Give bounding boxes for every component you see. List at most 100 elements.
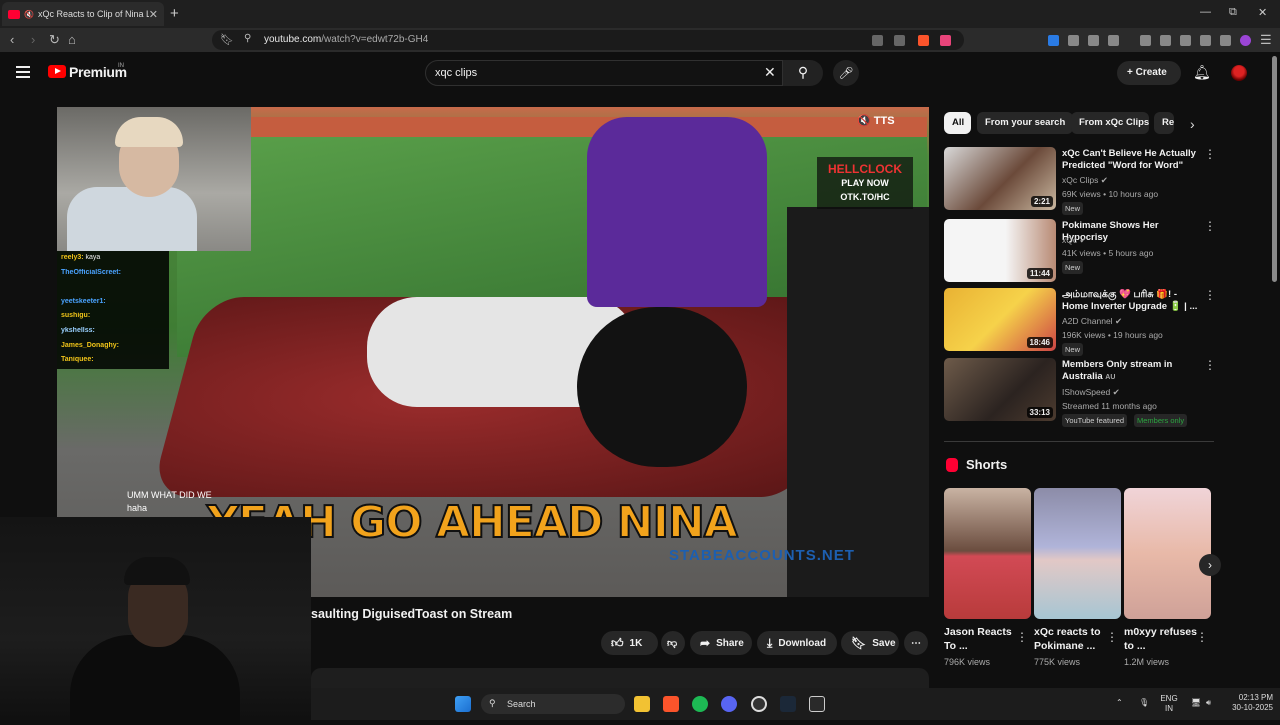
- more-vert-icon[interactable]: ⋮: [1204, 219, 1216, 233]
- save-button[interactable]: 🔖︎ Save: [841, 631, 899, 655]
- channel-name[interactable]: IShowSpeed ✔: [1062, 387, 1120, 398]
- stream-chat-overlay: reely3: kaya TheOfficialScreet: yeetskeet…: [57, 251, 169, 369]
- discord-icon[interactable]: [721, 696, 737, 712]
- file-explorer-icon[interactable]: [634, 696, 650, 712]
- forward-icon[interactable]: ›: [31, 32, 35, 47]
- minimize-window-button[interactable]: —: [1200, 6, 1211, 18]
- description-box[interactable]: [311, 668, 929, 690]
- epic-games-icon[interactable]: [809, 696, 825, 712]
- chips-next-icon[interactable]: ›: [1190, 116, 1195, 132]
- short-views: 796K views: [944, 657, 991, 667]
- search-button[interactable]: ⚲: [783, 60, 823, 86]
- media-control-icon[interactable]: [1140, 35, 1151, 46]
- video-thumbnail[interactable]: 2:21: [944, 147, 1056, 210]
- taskbar-search[interactable]: ⚲ Search: [481, 694, 625, 714]
- search-input[interactable]: xqc clips: [425, 60, 783, 86]
- extension-audio-icon[interactable]: [1048, 35, 1059, 46]
- shorts-next-icon[interactable]: ›: [1199, 554, 1221, 576]
- home-icon[interactable]: ⌂: [68, 32, 76, 47]
- short-thumbnail[interactable]: [1124, 488, 1211, 619]
- bookmark-icon[interactable]: 🔖︎: [220, 33, 234, 46]
- more-vert-icon[interactable]: ⋮: [1204, 147, 1216, 161]
- extensions-puzzle-icon[interactable]: [1088, 35, 1099, 46]
- create-button[interactable]: + Create: [1117, 61, 1181, 85]
- brave-rewards-icon[interactable]: [940, 35, 951, 46]
- short-thumbnail[interactable]: [1034, 488, 1121, 619]
- channel-name[interactable]: A2D Channel ✔: [1062, 316, 1122, 327]
- reload-icon[interactable]: ↻: [49, 32, 60, 48]
- chip-from-xqc-clips[interactable]: From xQc Clips: [1071, 112, 1149, 134]
- wallet-icon[interactable]: [1180, 35, 1191, 46]
- chip-all[interactable]: All: [944, 112, 971, 134]
- recommendation-title[interactable]: Members Only stream in Australia AU: [1062, 359, 1202, 383]
- obs-icon[interactable]: [751, 696, 767, 712]
- more-vert-icon[interactable]: ⋮: [1204, 358, 1216, 372]
- language-indicator[interactable]: ENG IN: [1154, 694, 1184, 714]
- duration-badge: 11:44: [1026, 268, 1053, 279]
- browser-menu-icon[interactable]: ☰: [1260, 32, 1272, 48]
- recommendation-item[interactable]: 18:46 அம்மாவுக்கு 💖 பரிசு 🎁! - Home Inve…: [944, 288, 1216, 356]
- recommendation-title[interactable]: xQc Can't Believe He Actually Predicted …: [1062, 148, 1202, 172]
- page-scrollbar[interactable]: [1272, 56, 1277, 282]
- network-icon[interactable]: 🖥︎: [1191, 698, 1201, 708]
- channel-name[interactable]: xQc ✔: [1062, 235, 1087, 246]
- voice-search-button[interactable]: 🎤︎: [833, 60, 859, 86]
- tray-mic-icon[interactable]: 🎙︎: [1139, 698, 1149, 708]
- recommendation-item[interactable]: 11:44 Pokimane Shows Her Hypocrisy xQc ✔…: [944, 219, 1216, 283]
- short-title[interactable]: Jason Reacts To ...: [944, 625, 1020, 653]
- chip-from-your-search[interactable]: From your search: [977, 112, 1073, 134]
- recommendation-title[interactable]: அம்மாவுக்கு 💖 பரிசு 🎁! - Home Inverter U…: [1062, 289, 1202, 313]
- profile-icon[interactable]: [1240, 35, 1251, 46]
- dislike-button[interactable]: 👎︎: [661, 631, 685, 655]
- short-title[interactable]: m0xyy refuses to ...: [1124, 625, 1200, 653]
- vpn-shield-icon[interactable]: [1220, 35, 1231, 46]
- chat-message: James_Donaghy:: [61, 341, 119, 349]
- recommendation-item[interactable]: 33:13 Members Only stream in Australia A…: [944, 358, 1216, 427]
- video-thumbnail[interactable]: 11:44: [944, 219, 1056, 282]
- guide-menu-icon[interactable]: [16, 66, 30, 81]
- browser-tab[interactable]: 🔇 xQc Reacts to Clip of Nina Li... ✕: [2, 2, 164, 26]
- url-bar[interactable]: 🔖︎ ⚲ youtube.com/watch?v=edwt72b-GH4: [212, 30, 964, 50]
- new-tab-button[interactable]: +: [170, 5, 179, 22]
- chip-related[interactable]: Re: [1154, 112, 1174, 134]
- clear-search-icon[interactable]: ✕: [764, 64, 776, 81]
- share-button[interactable]: ➦ Share: [690, 631, 752, 655]
- close-window-button[interactable]: ✕: [1258, 6, 1267, 19]
- extension-icon[interactable]: [1068, 35, 1079, 46]
- more-vert-icon[interactable]: ⋮: [1196, 630, 1208, 644]
- clock[interactable]: 02:13 PM 30-10-2025: [1217, 693, 1273, 713]
- brave-shields-icon[interactable]: [918, 35, 929, 46]
- video-thumbnail[interactable]: 18:46: [944, 288, 1056, 351]
- recommendation-item[interactable]: 2:21 xQc Can't Believe He Actually Predi…: [944, 147, 1216, 215]
- person-purple-shirt: [587, 117, 767, 307]
- account-avatar[interactable]: [1231, 65, 1247, 81]
- share-page-icon[interactable]: [894, 35, 905, 46]
- spotify-icon[interactable]: [692, 696, 708, 712]
- brave-browser-icon[interactable]: [663, 696, 679, 712]
- more-vert-icon[interactable]: ⋮: [1016, 630, 1028, 644]
- more-actions-button[interactable]: ⋯: [904, 631, 928, 655]
- channel-name[interactable]: xQc Clips ✔: [1062, 175, 1108, 186]
- youtube-logo-icon[interactable]: [48, 65, 66, 78]
- more-vert-icon[interactable]: ⋮: [1204, 288, 1216, 302]
- short-title[interactable]: xQc reacts to Pokimane ...: [1034, 625, 1110, 653]
- volume-icon[interactable]: 🔊︎: [1206, 698, 1211, 708]
- sidebar-icon[interactable]: [1160, 35, 1171, 46]
- speaker-muted-icon[interactable]: 🔇: [24, 10, 34, 19]
- download-button[interactable]: ⤓ Download: [757, 631, 837, 655]
- notifications-bell-icon[interactable]: 🔔︎: [1193, 64, 1211, 81]
- close-tab-icon[interactable]: ✕: [149, 8, 158, 21]
- tray-chevron-icon[interactable]: ⌃: [1116, 698, 1123, 708]
- back-icon[interactable]: ‹: [10, 32, 14, 47]
- screenshot-icon[interactable]: [1108, 35, 1119, 46]
- steam-icon[interactable]: [780, 696, 796, 712]
- short-thumbnail[interactable]: [944, 488, 1031, 619]
- more-vert-icon[interactable]: ⋮: [1106, 630, 1118, 644]
- windows-start-icon[interactable]: [455, 696, 471, 712]
- cast-icon[interactable]: [872, 35, 883, 46]
- like-button[interactable]: 👍︎ 1K: [601, 631, 658, 655]
- video-thumbnail[interactable]: 33:13: [944, 358, 1056, 421]
- leo-ai-icon[interactable]: [1200, 35, 1211, 46]
- restore-window-button[interactable]: ⧉: [1229, 6, 1237, 19]
- site-info-icon[interactable]: ⚲: [244, 33, 251, 44]
